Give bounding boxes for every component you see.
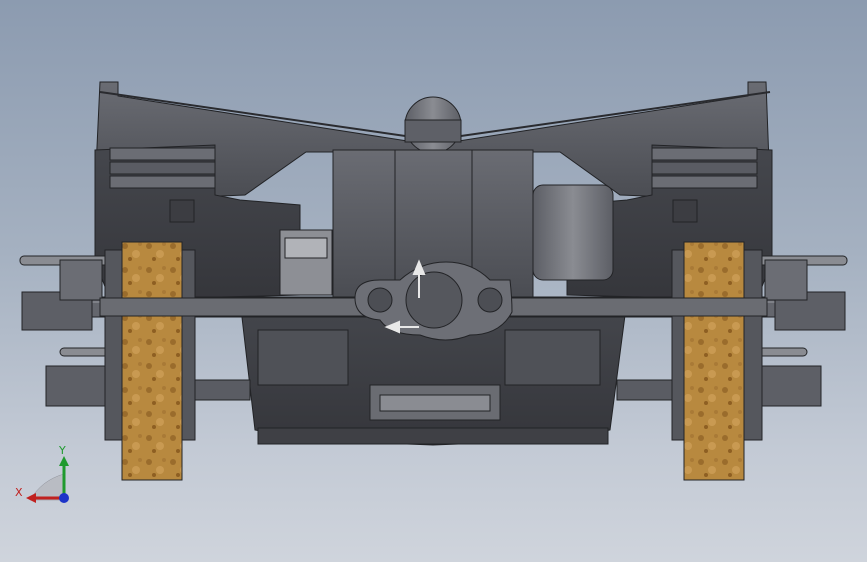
left-pod-fin-1 bbox=[109, 147, 216, 161]
right-pod-fin-1 bbox=[651, 147, 758, 161]
triad-x-arrowhead bbox=[26, 493, 36, 503]
right-pod-fin-3 bbox=[651, 175, 758, 189]
plate-hole-right bbox=[477, 287, 503, 313]
chassis-model[interactable] bbox=[19, 81, 848, 481]
right-roller-cap-bottom bbox=[754, 347, 808, 357]
right-wheel-tire bbox=[683, 241, 745, 481]
right-pod-fin-2 bbox=[651, 161, 758, 175]
left-pod-fin-2 bbox=[109, 161, 216, 175]
left-pod-fin-3 bbox=[109, 175, 216, 189]
wing-mount-knob-base bbox=[404, 119, 462, 143]
right-roller-post bbox=[764, 259, 808, 301]
left-roller-cap-bottom bbox=[59, 347, 113, 357]
lower-chassis-right-box bbox=[504, 329, 601, 386]
right-roller-bracket-bottom bbox=[760, 365, 822, 407]
plate-center-boss bbox=[405, 271, 463, 329]
triad-x-label: X bbox=[15, 486, 23, 499]
left-roller-post bbox=[59, 259, 103, 301]
graphics-viewport[interactable]: Y X bbox=[0, 0, 867, 562]
left-pod-clip bbox=[169, 199, 195, 223]
orientation-triad[interactable]: Y X bbox=[12, 440, 82, 510]
front-bumper-bottom bbox=[257, 427, 609, 445]
plate-hole-left bbox=[367, 287, 393, 313]
triad-z-axis bbox=[59, 493, 69, 503]
right-pod-clip bbox=[672, 199, 698, 223]
battery-block-shade bbox=[284, 237, 328, 259]
model-view[interactable] bbox=[0, 0, 867, 562]
lower-chassis-left-box bbox=[257, 329, 349, 386]
triad-y-arrowhead bbox=[59, 456, 69, 466]
motor-can bbox=[532, 184, 614, 281]
gear-box-inner bbox=[379, 394, 491, 412]
triad-y-label: Y bbox=[58, 444, 66, 457]
left-roller-bracket-bottom bbox=[45, 365, 107, 407]
left-wheel-tire bbox=[121, 241, 183, 481]
